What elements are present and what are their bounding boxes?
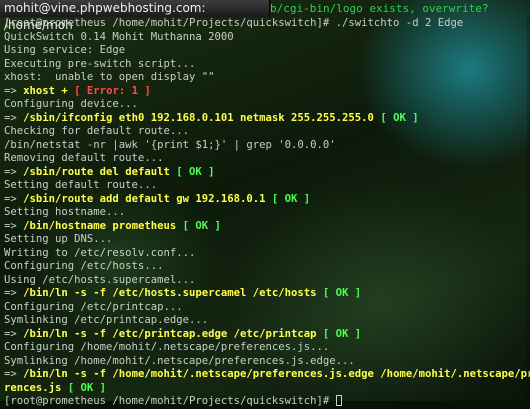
line-text: => [4, 165, 24, 178]
command-text: /sbin/ifconfig eth0 192.168.0.101 netmas… [23, 111, 374, 124]
line-text: Configuring /etc/printcap... [4, 300, 183, 313]
line-text: Configuring /home/mohit/.netscape/prefer… [4, 341, 330, 353]
terminal-line: Configuring device... [4, 98, 530, 112]
terminal-line: => /sbin/route del default [ OK ] [4, 166, 530, 180]
terminal-line: Symlinking /home/mohit/.netscape/prefere… [4, 355, 530, 369]
terminal-line: Symlinking /etc/printcap.edge... [4, 314, 530, 328]
command-text: /sbin/route del default [23, 165, 170, 178]
terminal-line: Removing default route... [4, 152, 530, 166]
line-text: => [4, 219, 24, 232]
ok-status: [ OK ] [169, 165, 215, 178]
terminal-line: Checking for default route... [4, 125, 530, 139]
line-text: => [4, 84, 24, 97]
terminal-line: Setting default route... [4, 179, 530, 193]
line-text: Symlinking /etc/printcap.edge... [4, 314, 209, 326]
error-status: [ Error: 1 ] [67, 84, 151, 97]
line-text: Configuring /etc/hosts... [4, 260, 164, 272]
terminal-line: Executing pre-switch script... [4, 58, 530, 72]
terminal-line: => xhost + [ Error: 1 ] [4, 85, 530, 99]
terminal-line: Using service: Edge [4, 44, 530, 58]
command-text: /sbin/route add default gw 192.168.0.1 [23, 192, 266, 205]
line-text: => [4, 287, 24, 299]
line-text: QuickSwitch 0.14 Mohit Muthanna 2000 [4, 30, 234, 43]
line-text: Setting up DNS... [4, 233, 113, 245]
command-text: /bin/ln -s -f /home/mohit/.netscape/pref… [23, 368, 530, 380]
line-text: xhost: unable to open display "" [4, 71, 215, 83]
terminal-line: /bin/netstat -nr |awk '{print $1;}' | gr… [4, 139, 530, 153]
line-text: [root@prometheus /home/mohit/Projects/qu… [4, 17, 464, 29]
terminal-line: => /bin/ln -s -f /etc/printcap.edge /etc… [4, 328, 530, 342]
terminal-line: Using /etc/hosts.supercamel... [4, 274, 530, 288]
terminal-line: => /bin/hostname prometheus [ OK ] [4, 220, 530, 234]
line-text: /bin/netstat -nr |awk '{print $1;}' | gr… [4, 138, 336, 151]
terminal-line: => /sbin/route add default gw 192.168.0.… [4, 193, 530, 207]
line-text: Using /etc/hosts.supercamel... [4, 273, 196, 286]
terminal-line: Setting up DNS... [4, 233, 530, 247]
command-text: /bin/hostname prometheus [23, 219, 177, 232]
window-title[interactable]: mohit@vine.phpwebhosting.com: /home/moh [0, 0, 270, 32]
line-text: Executing pre-switch script... [4, 57, 196, 70]
ok-status: [ OK ] [176, 219, 221, 232]
line-text: [root@prometheus /home/mohit/Projects/qu… [4, 395, 336, 407]
line-text: => [4, 192, 24, 205]
terminal-line: => /bin/ln -s -f /etc/hosts.supercamel /… [4, 287, 530, 301]
ok-status: [ OK ] [373, 111, 419, 124]
terminal-line: [root@prometheus /home/mohit/Projects/qu… [4, 395, 530, 409]
ok-status: [ OK ] [316, 287, 362, 299]
line-text: Setting hostname... [4, 206, 126, 218]
terminal-line: Setting hostname... [4, 206, 530, 220]
ok-status: [ OK ] [61, 381, 107, 394]
line-text: Using service: Edge [4, 44, 126, 56]
line-text: Checking for default route... [4, 125, 189, 137]
terminal-line: rences.js [ OK ] [4, 382, 530, 396]
command-text: rences.js [4, 381, 62, 394]
ok-status: [ OK ] [316, 327, 362, 340]
line-text: => [4, 368, 24, 380]
terminal-output[interactable]: [root@prometheus /home/mohit/Projects/qu… [4, 17, 530, 407]
terminal-line: QuickSwitch 0.14 Mohit Muthanna 2000 [4, 31, 530, 45]
line-text: Removing default route... [4, 152, 164, 164]
terminal-line: => /sbin/ifconfig eth0 192.168.0.101 net… [4, 112, 530, 126]
terminal-line: [root@prometheus /home/mohit/Projects/qu… [4, 17, 530, 31]
terminal-line: Configuring /home/mohit/.netscape/prefer… [4, 341, 530, 355]
terminal-line: Writing to /etc/resolv.conf... [4, 247, 530, 261]
line-text: => [4, 327, 24, 340]
terminal-line: Configuring /etc/printcap... [4, 301, 530, 315]
terminal-line: xhost: unable to open display "" [4, 71, 530, 85]
command-text: /bin/ln -s -f /etc/printcap.edge /etc/pr… [23, 327, 317, 340]
command-text: /bin/ln -s -f /etc/hosts.supercamel /etc… [23, 287, 317, 299]
line-text: Symlinking /home/mohit/.netscape/prefere… [4, 354, 355, 367]
line-text: Writing to /etc/resolv.conf... [4, 246, 196, 259]
ok-status: [ OK ] [265, 192, 311, 205]
terminal-line: Configuring /etc/hosts... [4, 260, 530, 274]
background-window-text: b/cgi-bin/logo exists, overwrite? [270, 2, 496, 15]
terminal-line: => /bin/ln -s -f /home/mohit/.netscape/p… [4, 368, 530, 382]
line-text: Configuring device... [4, 98, 138, 110]
line-text: => [4, 111, 24, 124]
line-text: Setting default route... [4, 179, 158, 191]
command-text: xhost + [23, 84, 68, 97]
